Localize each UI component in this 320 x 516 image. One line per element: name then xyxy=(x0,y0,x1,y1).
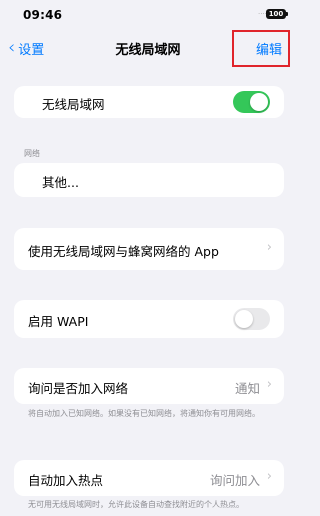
apps-row[interactable]: 使用无线局域网与蜂窝网络的 App › xyxy=(14,228,284,270)
chevron-right-icon: › xyxy=(266,469,272,484)
ask-join-label: 询问是否加入网络 xyxy=(28,381,129,396)
status-time: 09:46 xyxy=(23,8,63,22)
chevron-right-icon: › xyxy=(266,377,272,392)
wapi-label: 启用 WAPI xyxy=(28,314,89,329)
networks-header: 网络 xyxy=(24,149,40,158)
hotspot-footnote: 无可用无线局域网时，允许此设备自动查找附近的个人热点。 xyxy=(28,500,244,509)
toggle-knob xyxy=(235,310,253,328)
networks-card: 其他... xyxy=(14,163,284,197)
wifi-toggle[interactable] xyxy=(233,91,270,113)
wapi-toggle[interactable] xyxy=(233,308,270,330)
chevron-right-icon: › xyxy=(266,240,272,255)
status-bar: 09:46 ····· 100 xyxy=(0,0,296,30)
toggle-knob xyxy=(250,93,268,111)
hotspot-value: 询问加入 xyxy=(209,473,260,488)
battery-icon: 100 xyxy=(266,9,288,19)
apps-row-label: 使用无线局域网与蜂窝网络的 App xyxy=(28,244,219,259)
ask-join-row[interactable]: 询问是否加入网络 通知 › xyxy=(14,368,284,404)
wifi-card: 无线局域网 xyxy=(14,86,284,118)
ask-join-value: 通知 xyxy=(234,381,260,396)
wifi-label: 无线局域网 xyxy=(42,97,105,112)
edit-label: 编辑 xyxy=(255,43,282,58)
wapi-card: 启用 WAPI xyxy=(14,300,284,338)
hotspot-label: 自动加入热点 xyxy=(28,473,104,488)
other-network-item[interactable]: 其他... xyxy=(42,172,79,191)
ask-join-footnote: 将自动加入已知网络。如果没有已知网络，将通知你有可用网络。 xyxy=(28,409,260,418)
hotspot-row[interactable]: 自动加入热点 询问加入 › xyxy=(14,460,284,496)
navigation-bar: ‹ 设置 无线局域网 编辑 xyxy=(0,30,296,67)
edit-button[interactable]: 编辑 xyxy=(232,30,290,67)
